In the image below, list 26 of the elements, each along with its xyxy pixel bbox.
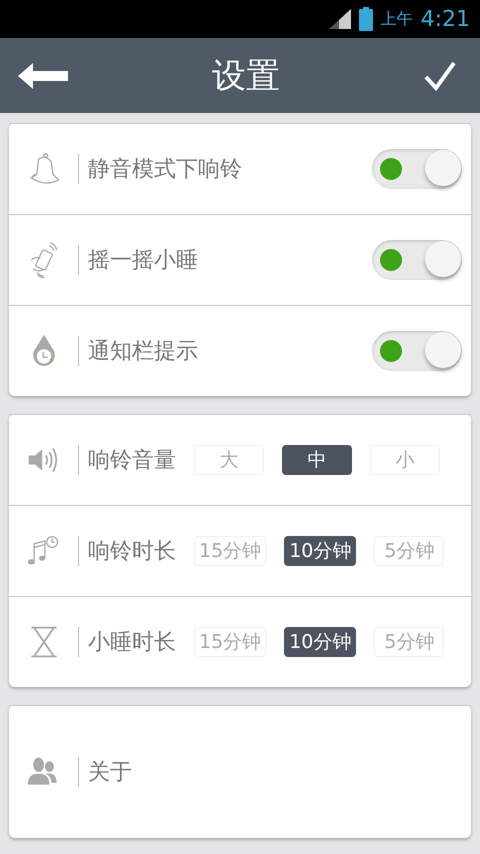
toggle-switch[interactable] — [372, 240, 462, 280]
setting-label[interactable]: 关于 — [88, 757, 462, 787]
option-button[interactable]: 15分钟 — [194, 627, 266, 657]
clock-time: 4:21 — [420, 6, 470, 32]
battery-icon — [358, 7, 373, 31]
setting-label: 响铃时长 — [88, 538, 176, 566]
toggle-switch[interactable] — [372, 149, 462, 189]
option-button[interactable]: 15分钟 — [194, 536, 266, 566]
setting-label: 响铃音量 — [88, 447, 176, 475]
option-button[interactable]: 5分钟 — [374, 536, 444, 566]
setting-label: 静音模式下响铃 — [88, 156, 243, 184]
option-button[interactable]: 中 — [282, 445, 352, 475]
time-period: 上午 — [380, 8, 413, 30]
option-button[interactable]: 小 — [370, 445, 440, 475]
option-button[interactable]: 5分钟 — [374, 627, 444, 657]
setting-label: 通知栏提示 — [88, 338, 199, 366]
option-button[interactable]: 10分钟 — [284, 536, 356, 566]
page-title: 设置 — [212, 54, 280, 98]
checkmark-icon — [424, 60, 456, 90]
back-arrow-icon — [18, 62, 68, 88]
toggle-switch[interactable] — [372, 331, 462, 371]
option-button[interactable]: 大 — [194, 445, 264, 475]
signal-icon — [328, 9, 351, 29]
setting-label: 摇一摇小睡 — [88, 247, 199, 275]
option-button[interactable]: 10分钟 — [284, 627, 356, 657]
setting-label: 小睡时长 — [88, 629, 176, 657]
